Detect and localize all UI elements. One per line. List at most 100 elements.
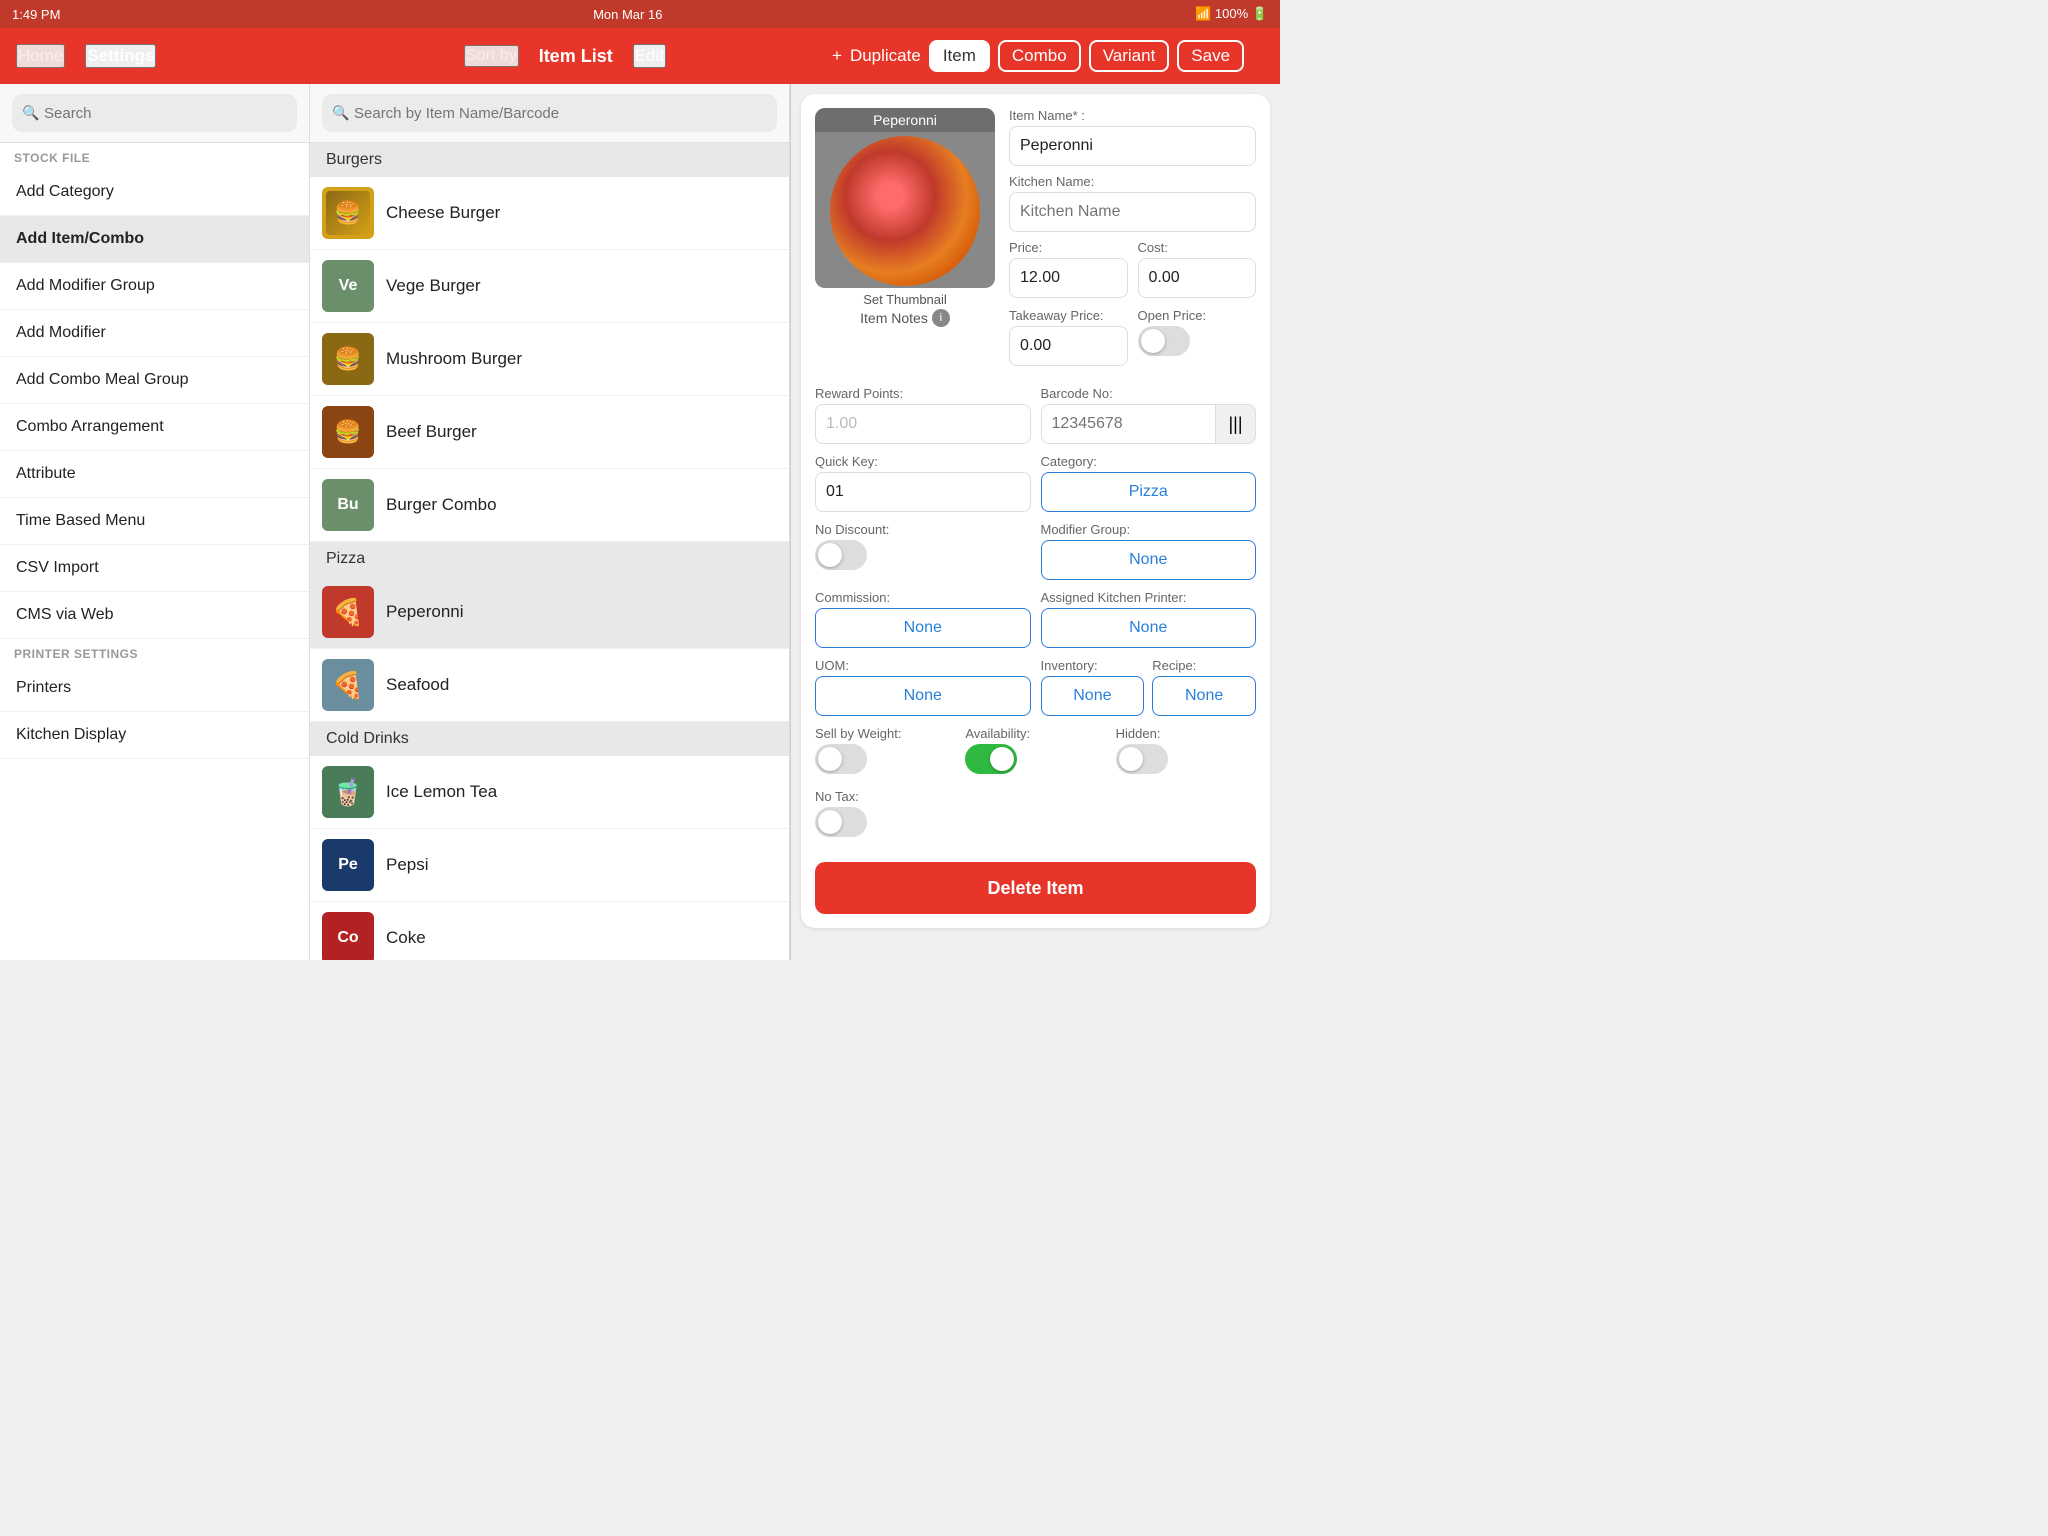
list-item-ice-lemon-tea[interactable]: 🧋 Ice Lemon Tea	[310, 756, 789, 829]
no-discount-toggle[interactable]	[815, 540, 867, 570]
item-name-mushroom-burger: Mushroom Burger	[386, 349, 522, 369]
edit-button[interactable]: Edit	[633, 44, 666, 68]
inventory-label: Inventory:	[1041, 658, 1145, 673]
quick-key-input[interactable]	[815, 472, 1031, 512]
reward-barcode-row: Reward Points: Barcode No: |||	[815, 386, 1256, 444]
uom-button[interactable]: None	[815, 676, 1031, 716]
add-button[interactable]: +	[832, 46, 842, 66]
sell-availability-hidden-row: Sell by Weight: Availability: Hidden:	[815, 726, 1256, 779]
sidebar-item-kitchen-display[interactable]: Kitchen Display	[0, 712, 309, 759]
sidebar-item-add-combo-meal-group[interactable]: Add Combo Meal Group	[0, 357, 309, 404]
status-bar: 1:49 PM Mon Mar 16 📶 100% 🔋	[0, 0, 1280, 28]
delete-item-button[interactable]: Delete Item	[815, 862, 1256, 914]
list-item-coke[interactable]: Co Coke	[310, 902, 789, 960]
detail-form-right: Item Name* : Kitchen Name: Price: Cost:	[1009, 108, 1256, 376]
commission-field-group: Commission: None	[815, 590, 1031, 648]
hidden-toggle[interactable]	[1116, 744, 1168, 774]
reward-points-field-group: Reward Points:	[815, 386, 1031, 444]
sidebar-item-csv-import[interactable]: CSV Import	[0, 545, 309, 592]
inventory-field-group: Inventory: None	[1041, 658, 1145, 716]
list-item-peperonni[interactable]: 🍕 Peperonni	[310, 576, 789, 649]
sidebar-item-add-category[interactable]: Add Category	[0, 169, 309, 216]
home-button[interactable]: Home	[16, 44, 65, 68]
sidebar-item-attribute[interactable]: Attribute	[0, 451, 309, 498]
list-item-burger-combo[interactable]: Bu Burger Combo	[310, 469, 789, 542]
item-name-input[interactable]	[1009, 126, 1256, 166]
status-time: 1:49 PM	[12, 7, 60, 22]
hidden-field-group: Hidden:	[1116, 726, 1256, 779]
duplicate-button[interactable]: Duplicate	[850, 46, 921, 66]
item-notes-row: Item Notes i	[860, 309, 950, 327]
category-burgers: Burgers	[310, 143, 789, 177]
sidebar-item-add-modifier-group[interactable]: Add Modifier Group	[0, 263, 309, 310]
barcode-scan-button[interactable]: |||	[1216, 404, 1256, 444]
barcode-input[interactable]	[1041, 404, 1217, 444]
availability-toggle[interactable]	[965, 744, 1017, 774]
item-name-beef-burger: Beef Burger	[386, 422, 477, 442]
takeaway-price-input[interactable]	[1009, 326, 1128, 366]
modifier-group-button[interactable]: None	[1041, 540, 1257, 580]
category-button[interactable]: Pizza	[1041, 472, 1257, 512]
pizza-image	[830, 136, 980, 286]
kitchen-printer-label: Assigned Kitchen Printer:	[1041, 590, 1257, 605]
list-item-seafood[interactable]: 🍕 Seafood	[310, 649, 789, 722]
detail-top-row: Peperonni Set Thumbnail Item Notes i Ite…	[815, 108, 1256, 376]
item-list-search-input[interactable]	[322, 94, 777, 132]
reward-points-input[interactable]	[815, 404, 1031, 444]
item-notes-info-icon[interactable]: i	[932, 309, 950, 327]
combo-tab-button[interactable]: Combo	[998, 40, 1081, 72]
cost-input[interactable]	[1138, 258, 1257, 298]
hidden-label: Hidden:	[1116, 726, 1256, 741]
item-name-label: Item Name* :	[1009, 108, 1256, 123]
commission-button[interactable]: None	[815, 608, 1031, 648]
battery-icon: 🔋	[1252, 6, 1268, 21]
price-field-group: Price:	[1009, 240, 1128, 298]
kitchen-printer-button[interactable]: None	[1041, 608, 1257, 648]
item-tab-button[interactable]: Item	[929, 40, 990, 72]
list-item-cheese-burger[interactable]: 🍔 Cheese Burger	[310, 177, 789, 250]
takeaway-open-price-row: Takeaway Price: Open Price:	[1009, 308, 1256, 366]
sidebar-item-combo-arrangement[interactable]: Combo Arrangement	[0, 404, 309, 451]
settings-button[interactable]: Settings	[85, 44, 156, 68]
uom-label: UOM:	[815, 658, 1031, 673]
list-item-pepsi[interactable]: Pe Pepsi	[310, 829, 789, 902]
sidebar-item-add-item-combo[interactable]: Add Item/Combo	[0, 216, 309, 263]
list-item-mushroom-burger[interactable]: 🍔 Mushroom Burger	[310, 323, 789, 396]
inventory-button[interactable]: None	[1041, 676, 1145, 716]
kitchen-name-input[interactable]	[1009, 192, 1256, 232]
item-thumb-ice-lemon-tea: 🧋	[322, 766, 374, 818]
modifier-group-field-group: Modifier Group: None	[1041, 522, 1257, 580]
open-price-toggle[interactable]	[1138, 326, 1190, 356]
sidebar-search-wrapper: 🔍	[12, 94, 297, 132]
list-item-beef-burger[interactable]: 🍔 Beef Burger	[310, 396, 789, 469]
sell-by-weight-toggle[interactable]	[815, 744, 867, 774]
no-tax-row: No Tax:	[815, 789, 1256, 842]
save-button[interactable]: Save	[1177, 40, 1244, 72]
item-thumb-beef-burger: 🍔	[322, 406, 374, 458]
commission-label: Commission:	[815, 590, 1031, 605]
sidebar-search-input[interactable]	[12, 94, 297, 132]
cost-field-group: Cost:	[1138, 240, 1257, 298]
price-input[interactable]	[1009, 258, 1128, 298]
no-discount-field-group: No Discount:	[815, 522, 1031, 580]
sort-by-button[interactable]: Sort by	[464, 45, 519, 67]
sidebar-item-cms-via-web[interactable]: CMS via Web	[0, 592, 309, 639]
modifier-group-label: Modifier Group:	[1041, 522, 1257, 537]
sidebar-item-printers[interactable]: Printers	[0, 665, 309, 712]
item-name-ice-lemon-tea: Ice Lemon Tea	[386, 782, 497, 802]
item-name-field-group: Item Name* :	[1009, 108, 1256, 166]
item-image-container: Peperonni	[815, 108, 995, 288]
kitchen-name-field-group: Kitchen Name:	[1009, 174, 1256, 232]
wifi-icon: 📶	[1195, 6, 1211, 21]
no-tax-toggle[interactable]	[815, 807, 867, 837]
uom-field-group: UOM: None	[815, 658, 1031, 716]
item-name-burger-combo: Burger Combo	[386, 495, 497, 515]
spacer	[1041, 789, 1257, 842]
recipe-button[interactable]: None	[1152, 676, 1256, 716]
variant-tab-button[interactable]: Variant	[1089, 40, 1170, 72]
sidebar-item-time-based-menu[interactable]: Time Based Menu	[0, 498, 309, 545]
sidebar-item-add-modifier[interactable]: Add Modifier	[0, 310, 309, 357]
list-item-vege-burger[interactable]: Ve Vege Burger	[310, 250, 789, 323]
no-tax-label: No Tax:	[815, 789, 1031, 804]
item-name-seafood: Seafood	[386, 675, 449, 695]
